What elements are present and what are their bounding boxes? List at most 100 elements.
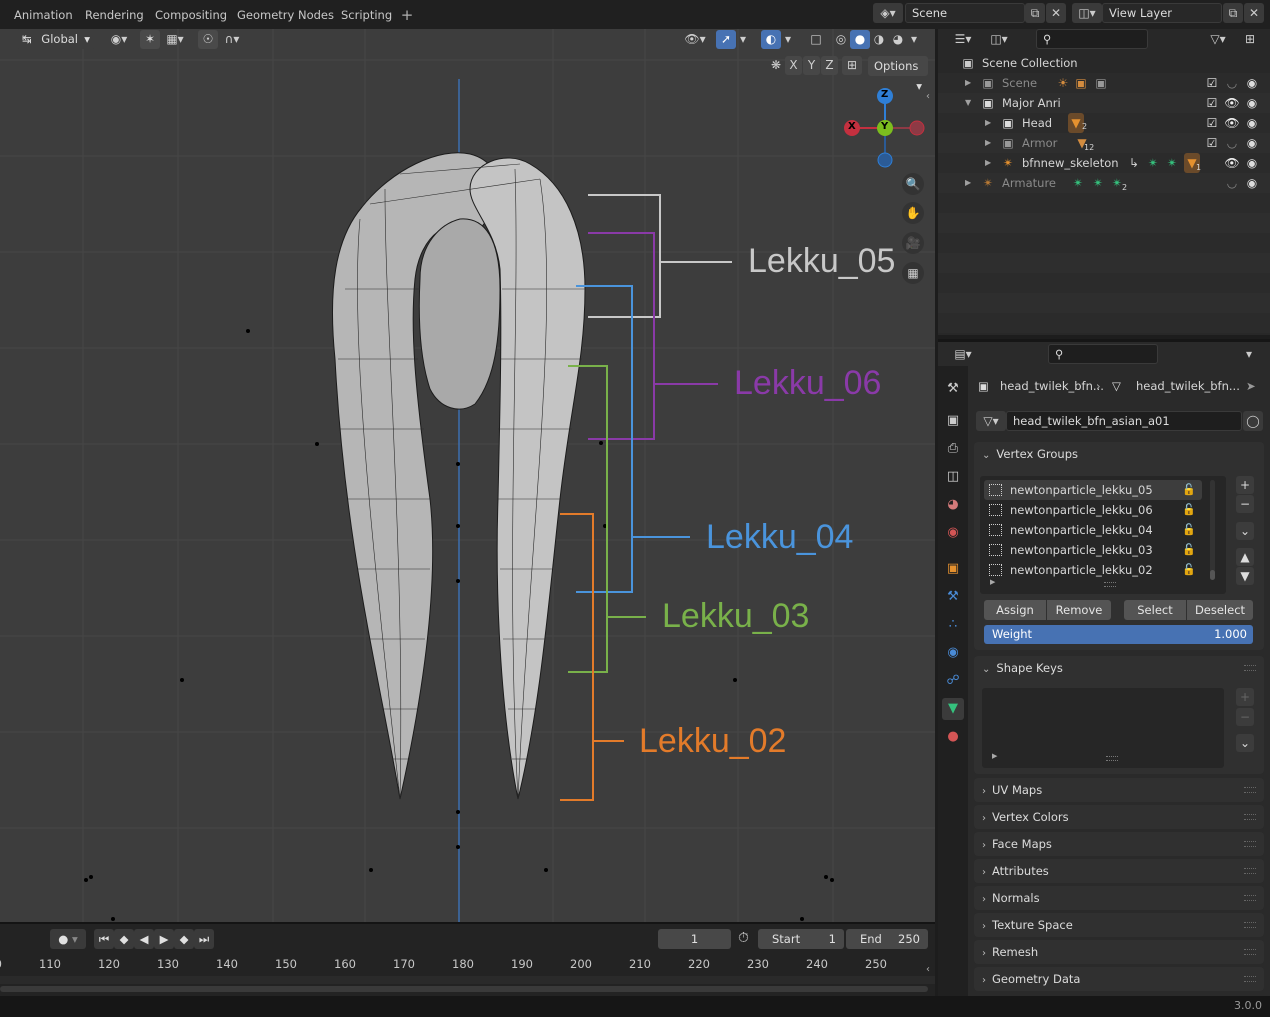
shading-solid-icon[interactable]: ● — [850, 30, 870, 49]
camera-view-icon[interactable]: 🎥 — [902, 232, 924, 254]
list-item[interactable]: newtonparticle_lekku_03 🔓 — [984, 540, 1202, 560]
remove-shape-key-button[interactable]: − — [1236, 708, 1254, 726]
expand-arrow-icon[interactable]: ▶ — [965, 73, 971, 93]
camera-render-icon[interactable]: ◉ — [1244, 73, 1260, 93]
scene-tab-icon[interactable]: ◕ — [942, 494, 964, 516]
move-down-button[interactable]: ▼ — [1236, 567, 1254, 585]
vertex-groups-header[interactable]: ⌄ Vertex Groups — [982, 442, 1078, 466]
panel-drag-handle[interactable] — [1244, 922, 1256, 928]
camera-render-icon[interactable]: ◉ — [1244, 173, 1260, 193]
gizmo-toggle-icon[interactable]: ➚ — [716, 30, 736, 49]
lock-icon[interactable]: 🔓 — [1182, 540, 1196, 560]
outliner-row-armature[interactable]: ▶ ✴ Armature ✴ ✴ ✴ 2 ◡ ◉ — [938, 173, 1270, 193]
mirror-icon[interactable]: ❋ — [766, 56, 786, 75]
shading-dropdown-icon[interactable]: ▾ — [907, 30, 921, 49]
properties-editor-type-button[interactable]: ▤▾ — [948, 344, 978, 364]
vertex-group-specials-button[interactable]: ⌄ — [1236, 522, 1254, 540]
timeline-sidebar-toggle-icon[interactable]: ‹ — [926, 964, 930, 975]
collapse-arrow-icon[interactable]: ▼ — [965, 93, 971, 113]
normals-panel[interactable]: › Normals — [974, 886, 1264, 910]
play-reverse-button[interactable]: ◀ — [134, 929, 154, 949]
pan-hand-icon[interactable]: ✋ — [902, 202, 924, 224]
constraints-tab-icon[interactable]: ☍ — [942, 670, 964, 692]
outliner-search-input[interactable]: ⚲ — [1036, 29, 1148, 49]
deselect-button[interactable]: Deselect — [1187, 600, 1253, 620]
pivot-point-icon[interactable]: ◉▾ — [104, 30, 134, 49]
delete-scene-button[interactable]: ✕ — [1046, 3, 1066, 23]
tool-tab-icon[interactable]: ⚒ — [942, 378, 964, 400]
weight-slider[interactable]: Weight 1.000 — [984, 625, 1253, 644]
list-resize-grip[interactable] — [1104, 582, 1116, 587]
shading-material-icon[interactable]: ◑ — [869, 30, 889, 49]
move-up-button[interactable]: ▲ — [1236, 548, 1254, 566]
uv-maps-panel[interactable]: › UV Maps — [974, 778, 1264, 802]
outliner-row-scene-collection[interactable]: ▣ Scene Collection — [938, 53, 1270, 73]
prev-keyframe-button[interactable]: ◆ — [114, 929, 134, 949]
expand-arrow-icon[interactable]: ▶ — [985, 133, 991, 153]
properties-options-button[interactable]: ▾ — [1238, 344, 1260, 364]
timeline-scrollbar[interactable] — [0, 986, 928, 992]
current-frame-field[interactable]: 1 — [658, 929, 731, 949]
auto-merge-icon[interactable]: ⊞ — [842, 56, 862, 75]
list-item[interactable]: newtonparticle_lekku_06 🔓 — [984, 500, 1202, 520]
panel-drag-handle[interactable] — [1244, 665, 1256, 671]
panel-drag-handle[interactable] — [1244, 895, 1256, 901]
expand-arrow-icon[interactable]: ▶ — [985, 153, 991, 173]
list-filter-toggle-icon[interactable]: ▶ — [992, 752, 997, 760]
visibility-icon[interactable]: 👁▾ — [680, 30, 710, 49]
panel-drag-handle[interactable] — [1244, 814, 1256, 820]
panel-drag-handle[interactable] — [1244, 841, 1256, 847]
filter-button[interactable]: ▽▾ — [1204, 29, 1232, 49]
lock-icon[interactable]: 🔓 — [1182, 480, 1196, 500]
start-frame-field[interactable]: Start 1 — [758, 929, 844, 949]
view-layer-name-field[interactable]: View Layer — [1102, 3, 1222, 23]
hidden-eye-icon[interactable]: ◡ — [1224, 73, 1240, 93]
output-tab-icon[interactable]: ⎙ — [942, 438, 964, 460]
tab-animation[interactable]: Animation — [12, 4, 75, 26]
zoom-icon[interactable]: 🔍 — [902, 173, 924, 195]
panel-drag-handle[interactable] — [1244, 787, 1256, 793]
face-maps-panel[interactable]: › Face Maps — [974, 832, 1264, 856]
geometry-data-panel[interactable]: › Geometry Data — [974, 967, 1264, 991]
remesh-panel[interactable]: › Remesh — [974, 940, 1264, 964]
shape-keys-list[interactable]: ▶ — [982, 688, 1224, 768]
attributes-panel[interactable]: › Attributes — [974, 859, 1264, 883]
checkbox-icon[interactable]: ☑ — [1204, 93, 1220, 113]
physics-tab-icon[interactable]: ◉ — [942, 642, 964, 664]
panel-drag-handle[interactable] — [1244, 976, 1256, 982]
properties-search-input[interactable]: ⚲ — [1048, 344, 1158, 364]
expand-arrow-icon[interactable]: ▶ — [965, 173, 971, 193]
eye-icon[interactable]: 👁 — [1224, 93, 1240, 113]
scene-selector-button[interactable]: ◈▾ — [873, 3, 903, 23]
axis-y-toggle[interactable]: Y — [803, 56, 820, 75]
view-layer-selector-button[interactable]: ◫▾ — [1072, 3, 1102, 23]
hidden-eye-icon[interactable]: ◡ — [1224, 133, 1240, 153]
render-tab-icon[interactable]: ▣ — [942, 410, 964, 432]
lock-icon[interactable]: 🔓 — [1182, 520, 1196, 540]
panel-drag-handle[interactable] — [1244, 868, 1256, 874]
pin-icon[interactable]: ➤ — [1246, 376, 1256, 396]
snap-toggle-icon[interactable]: ✶ — [140, 30, 160, 49]
panel-drag-handle[interactable] — [1244, 949, 1256, 955]
view-layer-tab-icon[interactable]: ◫ — [942, 466, 964, 488]
mesh-data-tab-icon[interactable]: ▼ — [942, 698, 964, 720]
outliner-row-scene[interactable]: ▶ ▣ Scene ☀ ▣ ▣ ☑ ◡ ◉ — [938, 73, 1270, 93]
add-shape-key-button[interactable]: + — [1236, 688, 1254, 706]
checkbox-icon[interactable]: ☑ — [1204, 113, 1220, 133]
auto-keying-button[interactable]: ● ▾ — [50, 929, 86, 949]
eye-icon[interactable]: 👁 — [1224, 153, 1240, 173]
timeline-track[interactable] — [0, 976, 935, 984]
perspective-grid-icon[interactable]: ▦ — [902, 262, 924, 284]
camera-render-icon[interactable]: ◉ — [1244, 153, 1260, 173]
checkbox-icon[interactable]: ☑ — [1204, 133, 1220, 153]
shape-keys-header[interactable]: ⌄ Shape Keys — [982, 656, 1063, 680]
add-vertex-group-button[interactable]: + — [1236, 476, 1254, 494]
display-mode-button[interactable]: ◫▾ — [984, 29, 1014, 49]
outliner-row-head[interactable]: ▶ ▣ Head ▼ 2 ☑ 👁 ◉ — [938, 113, 1270, 133]
overlays-toggle-icon[interactable]: ◐ — [761, 30, 781, 49]
outliner-row-major-anri[interactable]: ▼ ▣ Major Anri ☑ 👁 ◉ — [938, 93, 1270, 113]
options-dropdown[interactable]: Options ▾ — [868, 56, 928, 93]
camera-render-icon[interactable]: ◉ — [1244, 93, 1260, 113]
gizmo-dropdown-icon[interactable]: ▾ — [736, 30, 750, 49]
play-button[interactable]: ▶ — [154, 929, 174, 949]
